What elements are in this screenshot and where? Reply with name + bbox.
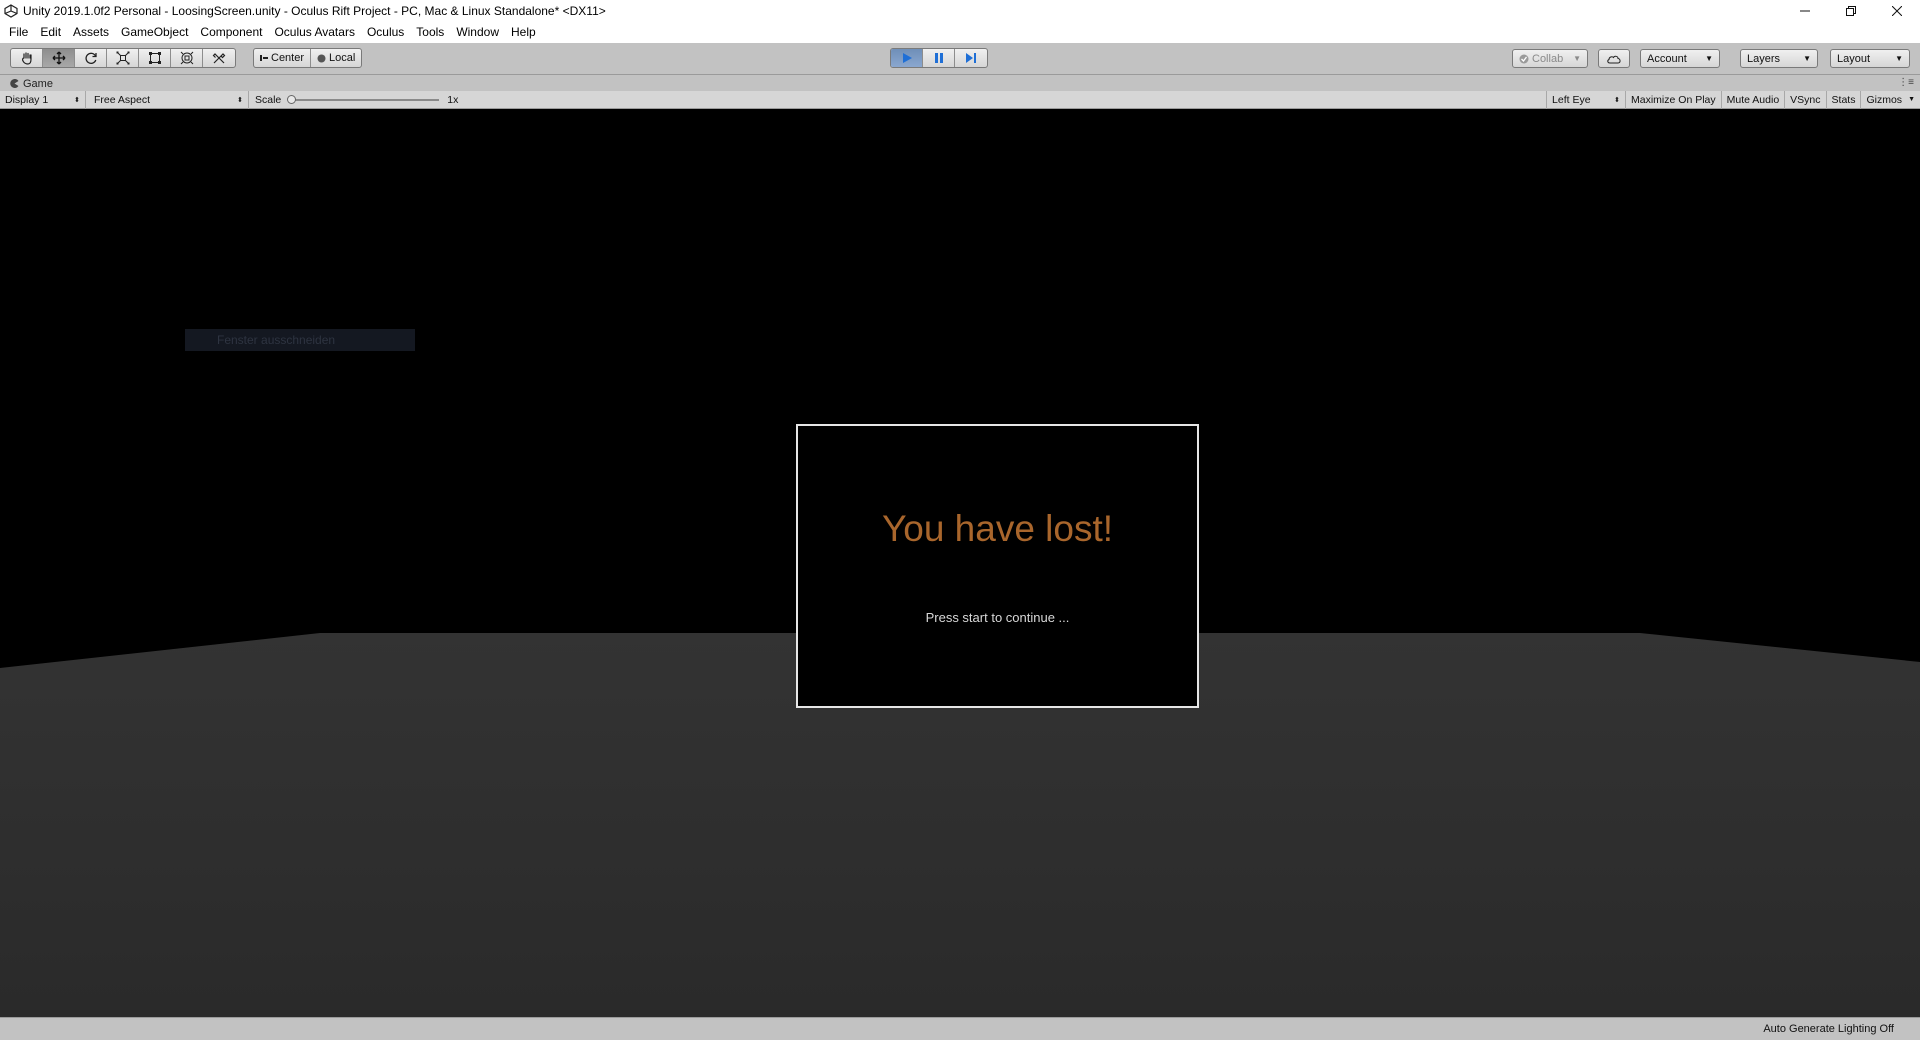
lighting-status[interactable]: Auto Generate Lighting Off — [1763, 1023, 1894, 1035]
mute-audio-label: Mute Audio — [1726, 93, 1780, 106]
rect-tool-icon[interactable] — [139, 49, 171, 67]
stats-label: Stats — [1831, 93, 1856, 106]
play-icon — [902, 53, 912, 63]
check-icon — [1519, 54, 1529, 63]
dialog-subtitle: Press start to continue ... — [925, 610, 1070, 625]
restore-icon[interactable] — [1828, 0, 1874, 22]
menu-help[interactable]: Help — [505, 22, 542, 43]
play-button[interactable] — [891, 49, 923, 67]
dialog-title: You have lost! — [881, 508, 1114, 549]
game-tab-strip: Game ⋮≡ — [0, 76, 1920, 91]
menu-window[interactable]: Window — [450, 22, 505, 43]
cloud-button[interactable] — [1598, 49, 1630, 68]
playmode-controls — [890, 48, 988, 68]
transform-tools — [10, 48, 236, 68]
collab-label: Collab — [1532, 52, 1564, 65]
hand-tool-icon[interactable] — [11, 49, 43, 67]
pivot-local-button[interactable]: Local — [311, 49, 361, 67]
tab-game[interactable]: Game — [0, 78, 53, 90]
window-controls — [1782, 0, 1920, 22]
game-view[interactable]: Fenster ausschneiden You have lost! Pres… — [0, 109, 1920, 1017]
vsync-toggle[interactable]: VSync — [1785, 90, 1827, 109]
snipping-tooltip-text: Fenster ausschneiden — [217, 333, 336, 347]
menu-assets[interactable]: Assets — [67, 22, 115, 43]
chevron-down-icon: ▼ — [1573, 54, 1581, 63]
updown-icon: ⬍ — [237, 96, 243, 104]
scale-tool-icon[interactable] — [107, 49, 139, 67]
pivot-center-label: Center — [271, 52, 305, 64]
layout-dropdown[interactable]: Layout ▼ — [1830, 49, 1910, 68]
maximize-on-play-label: Maximize On Play — [1631, 93, 1716, 106]
scale-value: 1x — [447, 93, 459, 106]
lost-dialog: You have lost! Press start to continue .… — [796, 424, 1199, 708]
eye-dropdown[interactable]: Left Eye ⬍ — [1546, 90, 1627, 109]
layout-label: Layout — [1837, 52, 1871, 65]
local-cube-icon — [317, 54, 326, 62]
close-icon[interactable] — [1874, 0, 1920, 22]
step-icon — [966, 53, 976, 63]
chevron-down-icon: ▼ — [1908, 96, 1915, 103]
chevron-down-icon: ▼ — [1705, 54, 1713, 63]
menu-bar: File Edit Assets GameObject Component Oc… — [0, 22, 1920, 43]
pause-button[interactable] — [923, 49, 955, 67]
main-toolbar: Center Local Collab ▼ Account ▼ Layers ▼… — [0, 43, 1920, 75]
updown-icon: ⬍ — [1614, 96, 1621, 104]
title-bar: Unity 2019.1.0f2 Personal - LoosingScree… — [0, 0, 1920, 22]
layers-label: Layers — [1747, 52, 1781, 65]
custom-tool-icon[interactable] — [203, 49, 235, 67]
eye-label: Left Eye — [1552, 93, 1591, 106]
scale-label: Scale — [255, 93, 282, 106]
scale-slider-knob[interactable] — [287, 94, 297, 104]
scale-slider[interactable] — [287, 94, 440, 104]
unity-logo-icon — [3, 3, 19, 19]
updown-icon: ⬍ — [74, 96, 80, 104]
step-button[interactable] — [955, 49, 987, 67]
gizmos-label: Gizmos — [1866, 93, 1903, 106]
tab-game-label: Game — [23, 77, 53, 90]
pause-icon — [934, 53, 943, 63]
aspect-dropdown[interactable]: Free Aspect ⬍ — [86, 90, 249, 109]
scale-control: Scale 1x — [249, 91, 463, 109]
panel-menu-icon[interactable]: ⋮≡ — [1898, 77, 1914, 88]
menu-gameobject[interactable]: GameObject — [115, 22, 194, 43]
menu-edit[interactable]: Edit — [34, 22, 67, 43]
mute-audio-toggle[interactable]: Mute Audio — [1722, 90, 1786, 109]
pivot-local-label: Local — [329, 52, 356, 64]
pivot-toggles: Center Local — [253, 48, 363, 68]
maximize-on-play-toggle[interactable]: Maximize On Play — [1626, 90, 1722, 109]
rotate-tool-icon[interactable] — [75, 49, 107, 67]
account-label: Account — [1647, 52, 1687, 65]
transform-tool-icon[interactable] — [171, 49, 203, 67]
gizmos-dropdown[interactable]: Gizmos ▼ — [1861, 91, 1920, 109]
pivot-center-button[interactable]: Center — [254, 49, 312, 67]
status-bar: Auto Generate Lighting Off — [0, 1017, 1920, 1040]
game-view-toolbar: Display 1 ⬍ Free Aspect ⬍ Scale 1x Left … — [0, 90, 1920, 109]
pivot-center-icon — [260, 55, 268, 61]
aspect-label: Free Aspect — [94, 93, 151, 106]
chevron-down-icon: ▼ — [1803, 54, 1811, 63]
window-title: Unity 2019.1.0f2 Personal - LoosingScree… — [23, 4, 606, 18]
stats-toggle[interactable]: Stats — [1827, 90, 1862, 109]
snipping-tooltip: Fenster ausschneiden — [185, 329, 415, 351]
minimize-icon[interactable] — [1782, 0, 1828, 22]
vsync-label: VSync — [1790, 93, 1821, 106]
menu-oculus[interactable]: Oculus — [361, 22, 410, 43]
menu-component[interactable]: Component — [194, 22, 268, 43]
collab-dropdown[interactable]: Collab ▼ — [1512, 49, 1588, 68]
pacman-icon — [10, 79, 19, 88]
menu-oculus-avatars[interactable]: Oculus Avatars — [268, 22, 360, 43]
layers-dropdown[interactable]: Layers ▼ — [1740, 49, 1818, 68]
menu-tools[interactable]: Tools — [410, 22, 450, 43]
cloud-icon — [1607, 55, 1621, 63]
display-label: Display 1 — [5, 93, 49, 106]
display-dropdown[interactable]: Display 1 ⬍ — [0, 90, 86, 109]
move-tool-icon[interactable] — [43, 49, 75, 67]
chevron-down-icon: ▼ — [1895, 54, 1903, 63]
menu-file[interactable]: File — [3, 22, 34, 43]
account-dropdown[interactable]: Account ▼ — [1640, 49, 1720, 68]
